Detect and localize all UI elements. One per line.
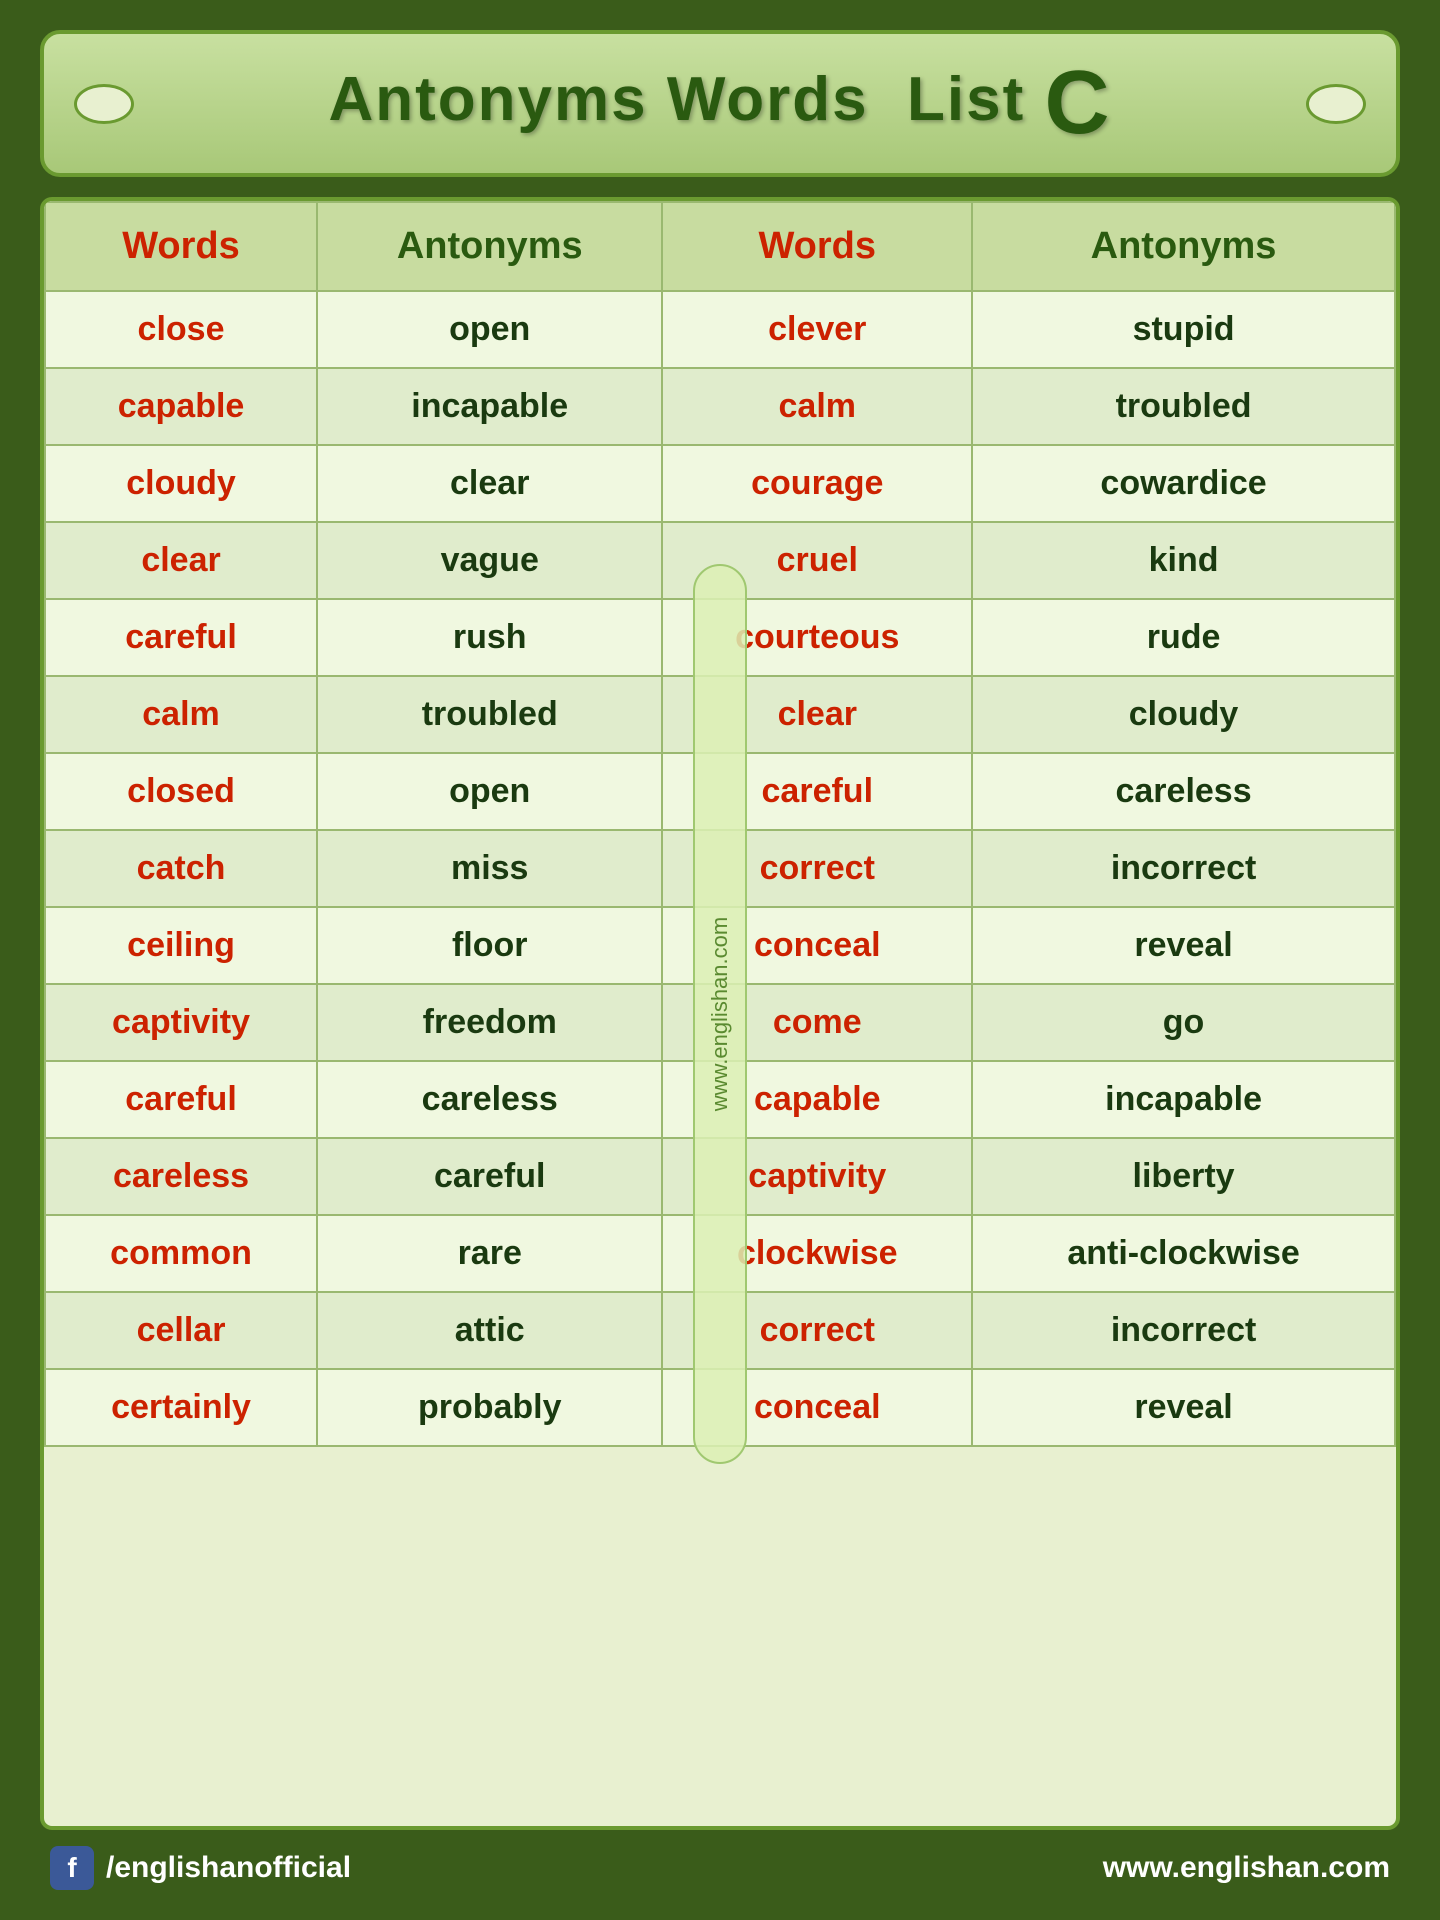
- footer-website: www.englishan.com: [1103, 1851, 1390, 1885]
- word-col2: calm: [662, 368, 972, 445]
- antonym-col2: incapable: [972, 1061, 1395, 1138]
- antonym-col1: attic: [317, 1292, 662, 1369]
- antonym-col1: probably: [317, 1369, 662, 1446]
- antonym-col1: open: [317, 291, 662, 368]
- antonym-col1: troubled: [317, 676, 662, 753]
- word-col1: careless: [45, 1138, 317, 1215]
- antonym-col1: open: [317, 753, 662, 830]
- antonym-col2: cloudy: [972, 676, 1395, 753]
- header-oval-left: [74, 84, 134, 124]
- page-title: Antonyms Words List C: [328, 52, 1111, 155]
- word-col1: capable: [45, 368, 317, 445]
- word-col1: common: [45, 1215, 317, 1292]
- antonym-col2: incorrect: [972, 830, 1395, 907]
- antonyms-table-container: www.englishan.com Words Antonyms Words A…: [40, 197, 1400, 1830]
- antonym-col1: careful: [317, 1138, 662, 1215]
- facebook-icon: f: [50, 1846, 94, 1890]
- word-col1: catch: [45, 830, 317, 907]
- watermark: www.englishan.com: [693, 564, 747, 1464]
- table-row: capableincapablecalmtroubled: [45, 368, 1395, 445]
- antonym-col2: go: [972, 984, 1395, 1061]
- table-row: cloudyclearcouragecowardice: [45, 445, 1395, 522]
- footer-social: f /englishanofficial: [50, 1846, 351, 1890]
- col-header-antonyms-2: Antonyms: [972, 202, 1395, 291]
- antonym-col1: miss: [317, 830, 662, 907]
- antonym-col2: kind: [972, 522, 1395, 599]
- antonym-col1: freedom: [317, 984, 662, 1061]
- antonym-col2: liberty: [972, 1138, 1395, 1215]
- word-col1: certainly: [45, 1369, 317, 1446]
- table-header-row: Words Antonyms Words Antonyms: [45, 202, 1395, 291]
- antonym-col2: anti-clockwise: [972, 1215, 1395, 1292]
- header-oval-right: [1306, 84, 1366, 124]
- antonym-col2: stupid: [972, 291, 1395, 368]
- word-col1: captivity: [45, 984, 317, 1061]
- antonym-col2: incorrect: [972, 1292, 1395, 1369]
- antonym-col2: reveal: [972, 1369, 1395, 1446]
- antonym-col2: careless: [972, 753, 1395, 830]
- word-col1: close: [45, 291, 317, 368]
- col-header-words-2: Words: [662, 202, 972, 291]
- word-col1: clear: [45, 522, 317, 599]
- antonym-col1: vague: [317, 522, 662, 599]
- word-col1: calm: [45, 676, 317, 753]
- word-col1: cellar: [45, 1292, 317, 1369]
- antonym-col1: floor: [317, 907, 662, 984]
- facebook-handle: /englishanofficial: [106, 1851, 351, 1885]
- col-header-antonyms-1: Antonyms: [317, 202, 662, 291]
- word-col1: ceiling: [45, 907, 317, 984]
- word-col1: closed: [45, 753, 317, 830]
- table-row: closeopencleverstupid: [45, 291, 1395, 368]
- col-header-words-1: Words: [45, 202, 317, 291]
- antonym-col1: rush: [317, 599, 662, 676]
- word-col2: clever: [662, 291, 972, 368]
- antonym-col2: troubled: [972, 368, 1395, 445]
- antonym-col1: careless: [317, 1061, 662, 1138]
- antonym-col1: clear: [317, 445, 662, 522]
- antonym-col1: rare: [317, 1215, 662, 1292]
- word-col1: cloudy: [45, 445, 317, 522]
- antonym-col2: reveal: [972, 907, 1395, 984]
- antonym-col2: cowardice: [972, 445, 1395, 522]
- page-header: Antonyms Words List C: [40, 30, 1400, 177]
- page-footer: f /englishanofficial www.englishan.com: [40, 1846, 1400, 1890]
- word-col1: careful: [45, 1061, 317, 1138]
- antonym-col2: rude: [972, 599, 1395, 676]
- antonym-col1: incapable: [317, 368, 662, 445]
- word-col1: careful: [45, 599, 317, 676]
- word-col2: courage: [662, 445, 972, 522]
